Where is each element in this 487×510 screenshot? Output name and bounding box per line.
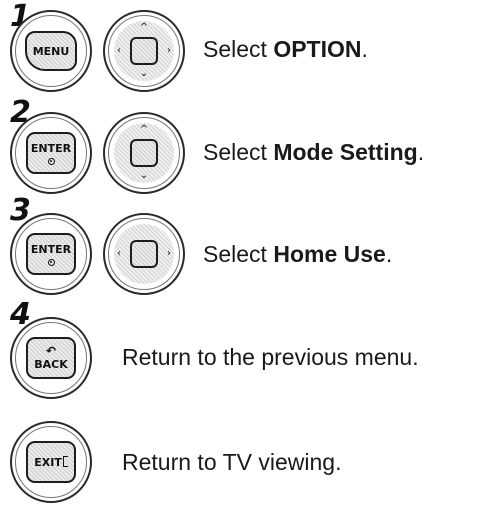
- step-2: 2 ENTER ^ ⌄ Select Mode Setting.: [0, 98, 487, 200]
- dpad-circle: ‹ ›: [103, 213, 185, 295]
- text-prefix: Select: [203, 36, 274, 62]
- button-circle: ENTER: [10, 112, 92, 194]
- button-circle: MENU: [10, 10, 92, 92]
- enter-button-label: ENTER: [30, 242, 72, 256]
- step-1: 1 MENU ^ ⌄ ‹ › Select OPTION.: [0, 0, 487, 100]
- ok-center-icon: [130, 139, 158, 167]
- back-button-label: BACK: [34, 357, 68, 371]
- text-bold: Home Use: [273, 241, 386, 267]
- enter-button-icon: ENTER: [26, 132, 76, 174]
- menu-button-icon: MENU: [25, 31, 77, 71]
- dpad-circle: ^ ⌄ ‹ ›: [103, 10, 185, 92]
- text-suffix: .: [361, 36, 368, 62]
- text-suffix: .: [385, 241, 393, 267]
- enter-button-icon: ENTER: [26, 233, 76, 275]
- step-2-text: Select Mode Setting.: [203, 139, 424, 166]
- exit-door-icon: [62, 455, 68, 467]
- step-3: 3 ENTER ‹ › Select Home Use.: [0, 196, 487, 300]
- chevron-left-icon: ‹: [117, 45, 121, 56]
- text-bold: OPTION: [273, 36, 362, 62]
- chevron-up-icon: ^: [139, 22, 149, 33]
- exit-button-label: EXIT: [34, 455, 62, 469]
- enter-button-label: ENTER: [30, 141, 72, 155]
- button-circle: ENTER: [10, 213, 92, 295]
- back-arrow-icon: ↶: [45, 343, 57, 358]
- button-circle: ↶ BACK: [10, 317, 92, 399]
- chevron-up-icon: ^: [139, 124, 149, 135]
- back-button-icon: ↶ BACK: [26, 337, 76, 379]
- menu-button-label: MENU: [32, 44, 70, 58]
- text-prefix: Select: [203, 139, 274, 165]
- text-bold: Mode Setting: [273, 139, 418, 165]
- text-suffix: .: [417, 139, 425, 165]
- button-circle: EXIT: [10, 421, 92, 503]
- step-exit: EXIT Return to TV viewing.: [0, 405, 487, 505]
- step-exit-text: Return to TV viewing.: [122, 449, 342, 475]
- chevron-right-icon: ›: [167, 248, 171, 259]
- chevron-down-icon: ⌄: [139, 170, 149, 181]
- chevron-right-icon: ›: [167, 45, 171, 56]
- enter-dot-icon: [47, 258, 55, 266]
- step-3-text: Select Home Use.: [203, 241, 392, 268]
- enter-dot-icon: [47, 157, 55, 165]
- chevron-down-icon: ⌄: [139, 68, 149, 79]
- dpad-circle: ^ ⌄: [103, 112, 185, 194]
- exit-button-icon: EXIT: [26, 441, 76, 483]
- ok-center-icon: [130, 240, 158, 268]
- step-1-text: Select OPTION.: [203, 36, 368, 63]
- ok-center-icon: [130, 37, 158, 65]
- text-prefix: Select: [203, 241, 274, 267]
- chevron-left-icon: ‹: [117, 248, 121, 259]
- step-4-text: Return to the previous menu.: [122, 344, 419, 370]
- step-4: 4 ↶ BACK Return to the previous menu.: [0, 300, 487, 405]
